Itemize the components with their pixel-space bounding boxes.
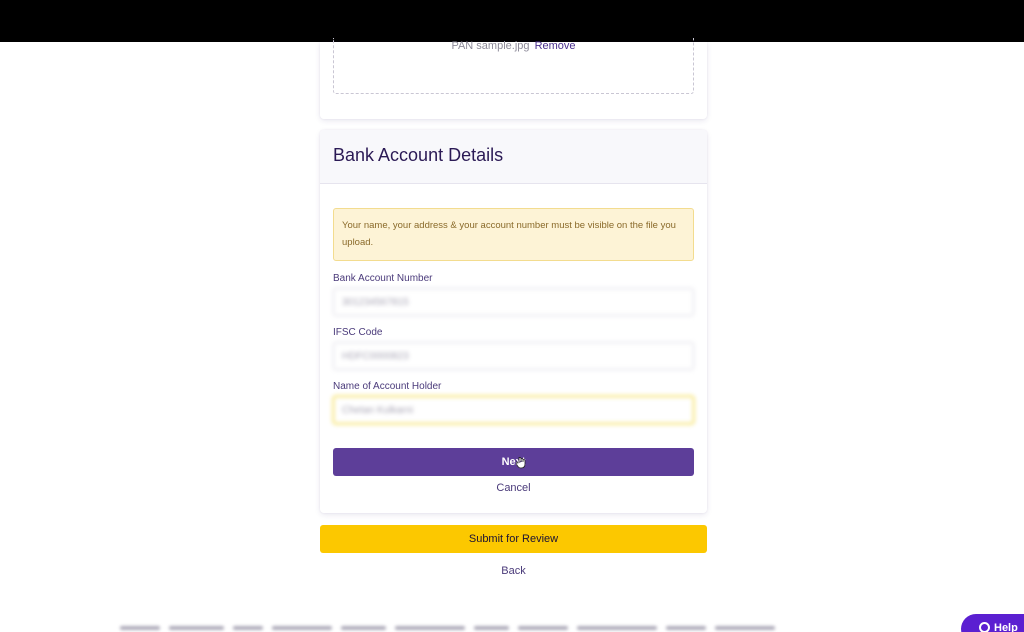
- uploaded-file-name: PAN sample.jpg: [451, 40, 530, 52]
- help-button[interactable]: Help: [961, 614, 1024, 632]
- card-header: Bank Account Details: [320, 130, 707, 184]
- hand-cursor-icon: [516, 457, 526, 469]
- file-dropzone[interactable]: PAN sample.jpg Remove: [333, 38, 694, 94]
- bank-account-card: Bank Account Details Your name, your add…: [320, 130, 707, 513]
- pan-upload-card: PAN sample.jpg Remove: [320, 38, 707, 119]
- next-button[interactable]: Next: [333, 448, 694, 476]
- card-title: Bank Account Details: [333, 145, 504, 165]
- search-help-icon: [979, 622, 990, 632]
- ifsc-code-input[interactable]: [333, 342, 694, 370]
- back-link[interactable]: Back: [320, 565, 707, 577]
- account-holder-input[interactable]: [333, 396, 694, 424]
- submit-for-review-button[interactable]: Submit for Review: [320, 525, 707, 553]
- account-holder-label: Name of Account Holder: [333, 381, 442, 392]
- cancel-link[interactable]: Cancel: [333, 482, 694, 494]
- account-number-input[interactable]: [333, 288, 694, 316]
- help-label: Help: [994, 622, 1018, 632]
- remove-file-link[interactable]: Remove: [535, 40, 576, 52]
- ifsc-code-label: IFSC Code: [333, 327, 383, 338]
- top-black-bar: [0, 0, 1024, 42]
- account-number-label: Bank Account Number: [333, 273, 433, 284]
- footer-blurred-text: [120, 626, 900, 632]
- upload-notice: Your name, your address & your account n…: [333, 208, 694, 261]
